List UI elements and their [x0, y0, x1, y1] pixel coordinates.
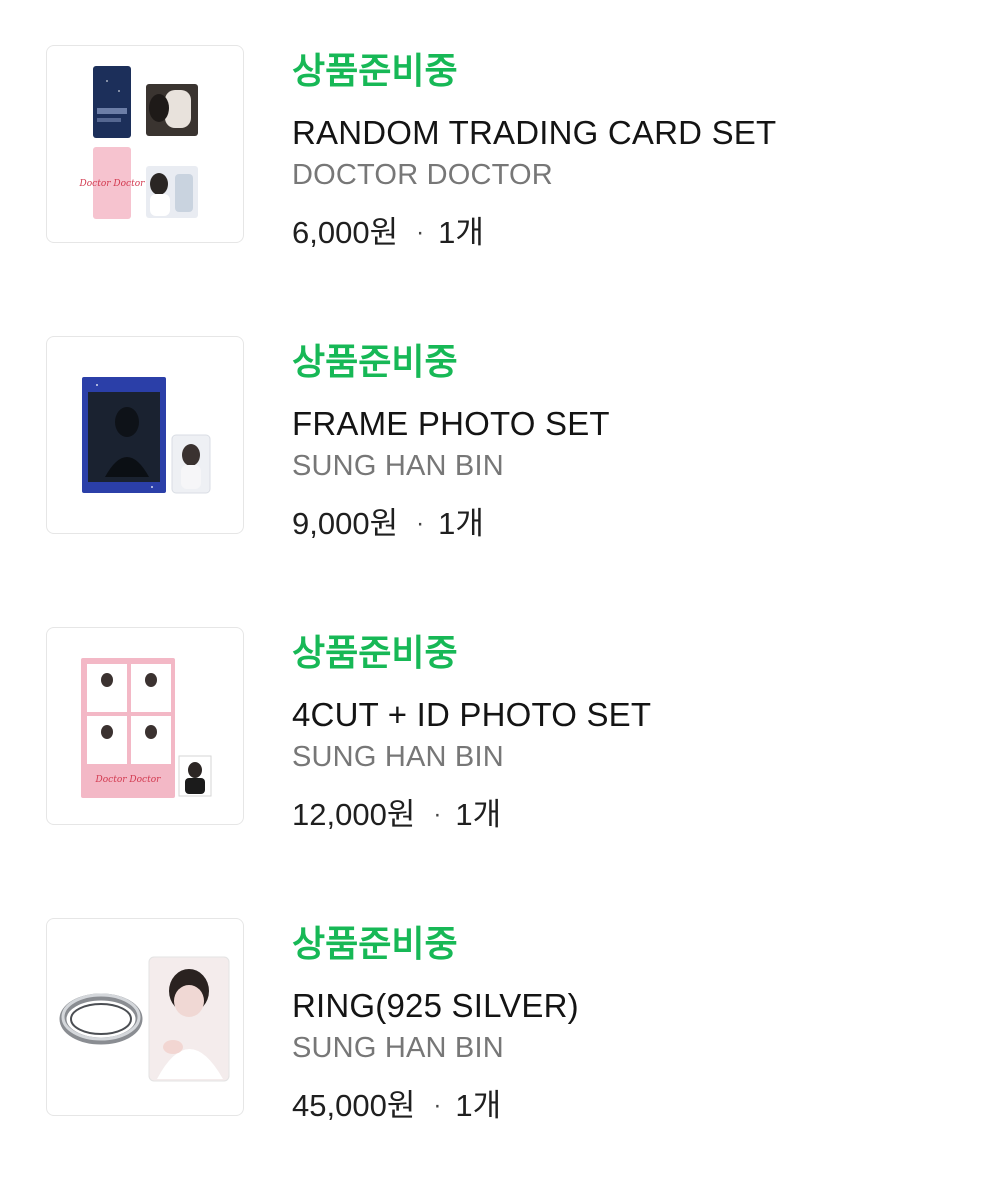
product-artist: SUNG HAN BIN [292, 450, 504, 482]
price-quantity-row: 12,000원 · 1개 [292, 795, 982, 835]
product-thumbnail[interactable]: Doctor Doctor [46, 627, 244, 825]
product-quantity: 1개 [438, 506, 484, 541]
product-image-frame-photo-set [82, 377, 211, 494]
order-status-label: 상품준비중 [292, 632, 458, 673]
product-price: 9,000원 [292, 506, 399, 541]
separator-dot: · [433, 801, 442, 828]
order-status-label: 상품준비중 [292, 923, 458, 964]
product-info: 상품준비중 4CUT + ID PHOTO SET SUNG HAN BIN 1… [292, 627, 982, 835]
product-title[interactable]: RING(925 SILVER) [292, 986, 982, 1026]
product-image-4cut-id-photo-set: Doctor Doctor [81, 658, 212, 798]
product-quantity: 1개 [455, 797, 502, 832]
product-info: 상품준비중 RANDOM TRADING CARD SET DOCTOR DOC… [292, 45, 982, 253]
product-price: 45,000원 [292, 1088, 416, 1123]
product-price: 6,000원 [292, 215, 399, 250]
product-thumbnail[interactable] [46, 918, 244, 1116]
product-artist: SUNG HAN BIN [292, 741, 504, 773]
product-price: 12,000원 [292, 797, 416, 832]
price-quantity-row: 9,000원 · 1개 [292, 504, 982, 544]
product-artist: SUNG HAN BIN [292, 1032, 504, 1064]
order-item[interactable]: Doctor Doctor 상품준비중 4CUT + ID PHOTO SET … [0, 627, 1003, 857]
product-title[interactable]: RANDOM TRADING CARD SET [292, 113, 982, 153]
order-status-label: 상품준비중 [292, 341, 458, 382]
product-thumbnail[interactable]: Doctor Doctor [46, 45, 244, 243]
product-image-ring-silver [59, 956, 230, 1082]
envelope-logo-text: Doctor Doctor [79, 179, 146, 189]
separator-dot: · [416, 510, 425, 537]
product-quantity: 1개 [455, 1088, 502, 1123]
order-item[interactable]: Doctor Doctor 상품준비중 RANDOM TRADING CARD … [0, 45, 1003, 275]
product-thumbnail[interactable] [46, 336, 244, 534]
product-info: 상품준비중 FRAME PHOTO SET SUNG HAN BIN 9,000… [292, 336, 982, 544]
board-logo-text: Doctor Doctor [95, 775, 162, 785]
order-item[interactable]: 상품준비중 FRAME PHOTO SET SUNG HAN BIN 9,000… [0, 336, 1003, 566]
price-quantity-row: 45,000원 · 1개 [292, 1086, 982, 1126]
product-image-trading-card-set: Doctor Doctor [79, 66, 198, 219]
product-title[interactable]: FRAME PHOTO SET [292, 404, 982, 444]
product-info: 상품준비중 RING(925 SILVER) SUNG HAN BIN 45,0… [292, 918, 982, 1126]
product-title[interactable]: 4CUT + ID PHOTO SET [292, 695, 982, 735]
separator-dot: · [433, 1092, 442, 1119]
order-item[interactable]: 상품준비중 RING(925 SILVER) SUNG HAN BIN 45,0… [0, 918, 1003, 1148]
separator-dot: · [416, 219, 425, 246]
product-quantity: 1개 [438, 215, 484, 250]
order-status-label: 상품준비중 [292, 50, 458, 91]
price-quantity-row: 6,000원 · 1개 [292, 213, 982, 253]
product-artist: DOCTOR DOCTOR [292, 159, 553, 191]
